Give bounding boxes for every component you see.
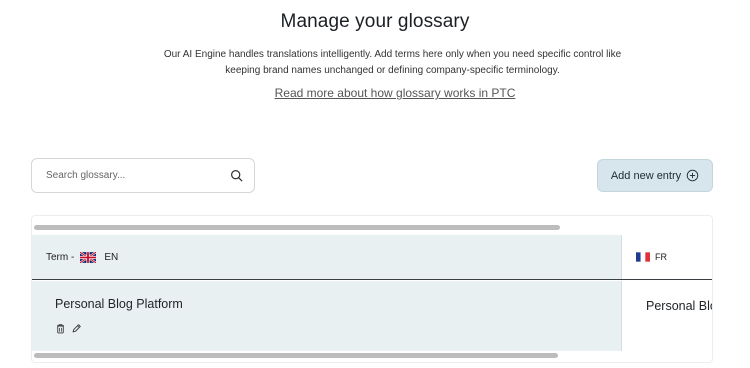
horizontal-scrollbar-top[interactable] <box>34 225 560 230</box>
column-header-prefix: Term - <box>46 251 75 263</box>
page-description: Our AI Engine handles translations intel… <box>163 49 622 76</box>
term-cell-en: Personal Blog Platform <box>32 281 622 351</box>
fr-flag-icon <box>636 252 650 262</box>
column-header-en: Term - EN <box>32 235 622 279</box>
edit-icon[interactable] <box>71 321 82 333</box>
table-header-row: Term - EN FR <box>32 235 712 280</box>
search-box <box>31 158 255 193</box>
add-new-entry-label: Add new entry <box>610 169 682 182</box>
column-header-fr: FR <box>622 235 712 279</box>
plus-circle-icon <box>686 169 699 182</box>
table-row: Personal Blog Platform Personal Bl <box>32 281 712 351</box>
row-actions <box>55 321 622 334</box>
page-title: Manage your glossary <box>280 11 470 32</box>
column-header-lang-en: EN <box>104 251 119 263</box>
term-cell-fr: Personal Blog Platform <box>622 281 712 351</box>
uk-flag-icon <box>80 251 97 263</box>
term-text: Personal Blog Platform <box>55 297 183 311</box>
read-more-link[interactable]: Read more about how glossary works in PT… <box>0 86 750 100</box>
search-input[interactable] <box>32 159 222 192</box>
add-new-entry-button[interactable]: Add new entry <box>597 159 713 192</box>
glossary-table: Term - EN FR Personal Blog Platform Pers… <box>31 215 713 363</box>
search-icon[interactable] <box>230 169 243 182</box>
delete-icon[interactable] <box>55 321 66 334</box>
horizontal-scrollbar-bottom[interactable] <box>34 353 558 358</box>
column-header-lang-fr: FR <box>655 252 667 262</box>
